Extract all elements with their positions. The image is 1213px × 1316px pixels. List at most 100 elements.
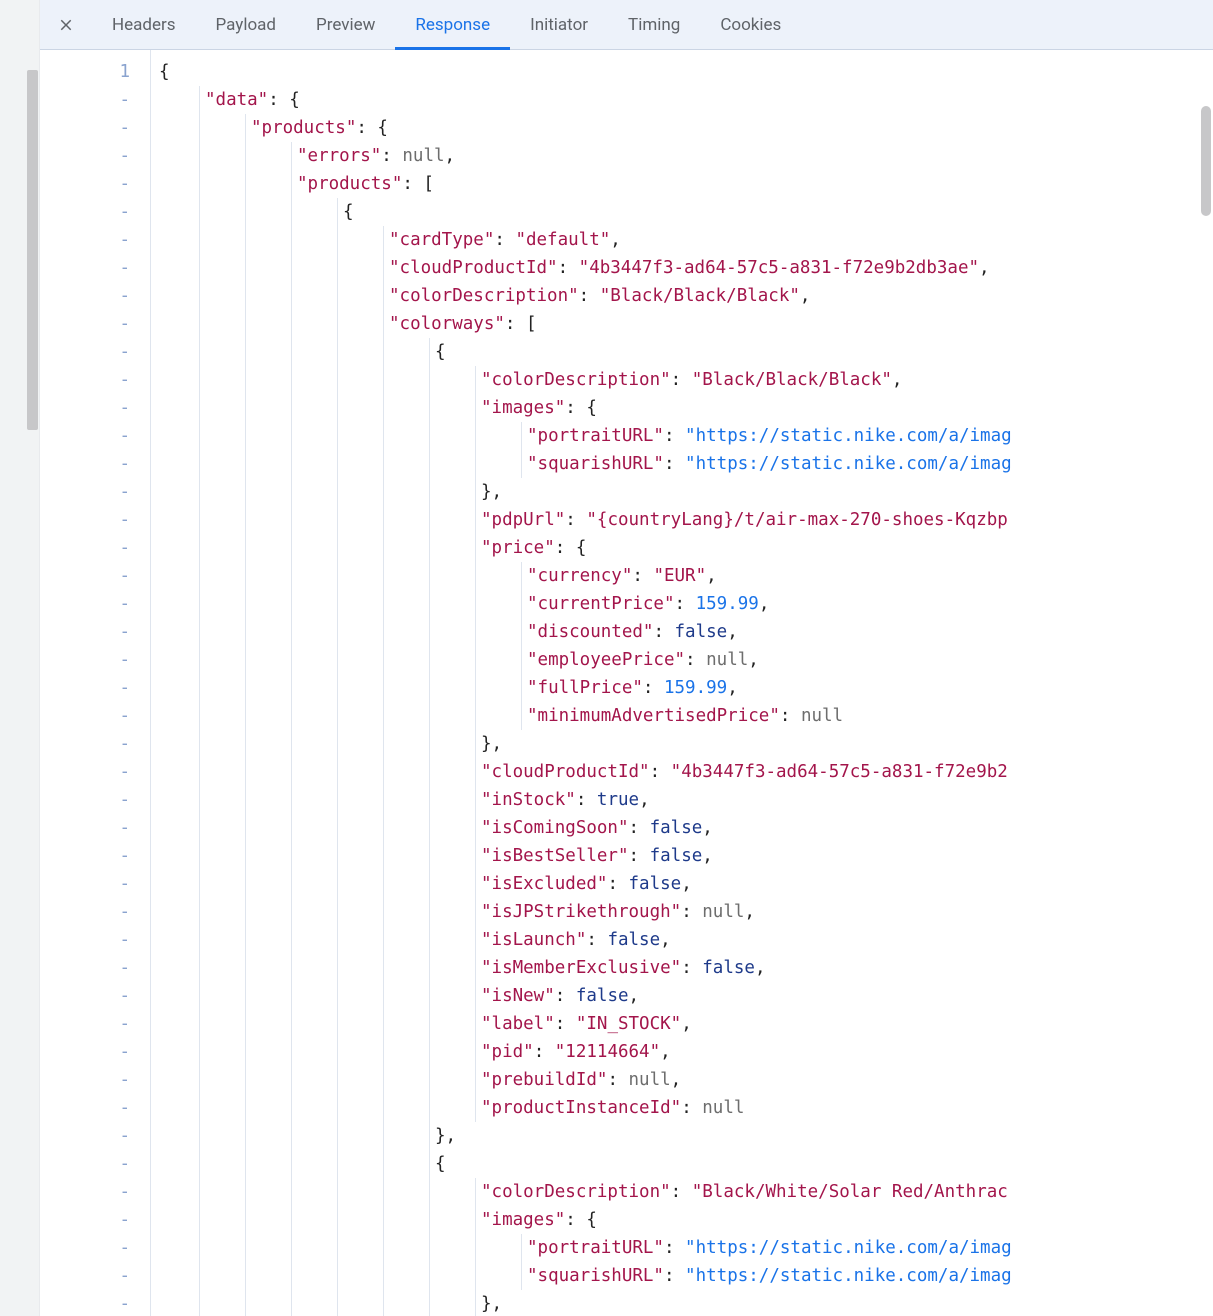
code-line[interactable]: "isBestSeller": false, <box>153 842 1213 870</box>
gutter-line[interactable]: - <box>40 226 130 254</box>
gutter-line[interactable]: - <box>40 1150 130 1178</box>
code-line[interactable]: "colorDescription": "Black/White/Solar R… <box>153 1178 1213 1206</box>
gutter-line[interactable]: - <box>40 730 130 758</box>
scroll-thumb-right[interactable] <box>1201 106 1211 216</box>
gutter-line[interactable]: - <box>40 310 130 338</box>
tab-timing[interactable]: Timing <box>608 0 700 49</box>
code-line[interactable]: "errors": null, <box>153 142 1213 170</box>
code-line[interactable]: { <box>153 338 1213 366</box>
code-line[interactable]: "portraitURL": "https://static.nike.com/… <box>153 422 1213 450</box>
code-line[interactable]: "prebuildId": null, <box>153 1066 1213 1094</box>
code-line[interactable]: "images": { <box>153 1206 1213 1234</box>
gutter-line[interactable]: - <box>40 170 130 198</box>
code-line[interactable]: "fullPrice": 159.99, <box>153 674 1213 702</box>
tab-cookies[interactable]: Cookies <box>700 0 801 49</box>
gutter-line[interactable]: - <box>40 282 130 310</box>
code-line[interactable]: "isJPStrikethrough": null, <box>153 898 1213 926</box>
gutter-line[interactable]: - <box>40 506 130 534</box>
gutter-line[interactable]: - <box>40 366 130 394</box>
gutter-line[interactable]: - <box>40 394 130 422</box>
code-line[interactable]: "isNew": false, <box>153 982 1213 1010</box>
gutter-line[interactable]: - <box>40 478 130 506</box>
code-line[interactable]: "currentPrice": 159.99, <box>153 590 1213 618</box>
tab-headers[interactable]: Headers <box>92 0 196 49</box>
code-line[interactable]: "portraitURL": "https://static.nike.com/… <box>153 1234 1213 1262</box>
gutter-line[interactable]: - <box>40 590 130 618</box>
code-line[interactable]: "data": { <box>153 86 1213 114</box>
close-button[interactable] <box>48 7 84 43</box>
gutter-line[interactable]: - <box>40 338 130 366</box>
code-line[interactable]: "inStock": true, <box>153 786 1213 814</box>
code-line[interactable]: "squarishURL": "https://static.nike.com/… <box>153 1262 1213 1290</box>
gutter-line[interactable]: - <box>40 562 130 590</box>
code-line[interactable]: "colorDescription": "Black/Black/Black", <box>153 282 1213 310</box>
code-line[interactable]: }, <box>153 478 1213 506</box>
code-line[interactable]: "cloudProductId": "4b3447f3-ad64-57c5-a8… <box>153 254 1213 282</box>
code-line[interactable]: "products": { <box>153 114 1213 142</box>
gutter-line[interactable]: - <box>40 646 130 674</box>
code-line[interactable]: "isLaunch": false, <box>153 926 1213 954</box>
code-line[interactable]: "price": { <box>153 534 1213 562</box>
code-line[interactable]: "colorways": [ <box>153 310 1213 338</box>
gutter-line[interactable]: - <box>40 814 130 842</box>
gutter-line[interactable]: - <box>40 870 130 898</box>
code-line[interactable]: }, <box>153 1122 1213 1150</box>
gutter-line[interactable]: - <box>40 534 130 562</box>
gutter-line[interactable]: - <box>40 450 130 478</box>
code-line[interactable]: "productInstanceId": null <box>153 1094 1213 1122</box>
tab-payload[interactable]: Payload <box>196 0 296 49</box>
code-line[interactable]: "label": "IN_STOCK", <box>153 1010 1213 1038</box>
tab-initiator[interactable]: Initiator <box>510 0 608 49</box>
tab-preview[interactable]: Preview <box>296 0 395 49</box>
code-content[interactable]: {"data": {"products": {"errors": null,"p… <box>150 50 1213 1316</box>
code-line[interactable]: "colorDescription": "Black/Black/Black", <box>153 366 1213 394</box>
code-line[interactable]: "products": [ <box>153 170 1213 198</box>
gutter-line[interactable]: - <box>40 142 130 170</box>
scroll-thumb-left[interactable] <box>27 70 38 430</box>
code-line[interactable]: "squarishURL": "https://static.nike.com/… <box>153 450 1213 478</box>
gutter-line[interactable]: - <box>40 702 130 730</box>
code-line[interactable]: "isMemberExclusive": false, <box>153 954 1213 982</box>
tab-response[interactable]: Response <box>395 0 510 49</box>
gutter-line[interactable]: - <box>40 1262 130 1290</box>
gutter-line[interactable]: - <box>40 114 130 142</box>
code-line[interactable]: "minimumAdvertisedPrice": null <box>153 702 1213 730</box>
code-line[interactable]: }, <box>153 1290 1213 1316</box>
gutter-line[interactable]: - <box>40 618 130 646</box>
gutter-line[interactable]: - <box>40 898 130 926</box>
code-line[interactable]: "isComingSoon": false, <box>153 814 1213 842</box>
code-line[interactable]: { <box>153 198 1213 226</box>
code-line[interactable]: "employeePrice": null, <box>153 646 1213 674</box>
gutter-line[interactable]: - <box>40 1122 130 1150</box>
code-line[interactable]: "cloudProductId": "4b3447f3-ad64-57c5-a8… <box>153 758 1213 786</box>
gutter-line[interactable]: - <box>40 86 130 114</box>
gutter-line[interactable]: - <box>40 1066 130 1094</box>
gutter-line[interactable]: - <box>40 1234 130 1262</box>
gutter-line[interactable]: 1 <box>40 58 130 86</box>
code-line[interactable]: "pdpUrl": "{countryLang}/t/air-max-270-s… <box>153 506 1213 534</box>
gutter-line[interactable]: - <box>40 842 130 870</box>
code-line[interactable]: "discounted": false, <box>153 618 1213 646</box>
gutter-line[interactable]: - <box>40 1094 130 1122</box>
code-line[interactable]: { <box>153 58 1213 86</box>
gutter-line[interactable]: - <box>40 786 130 814</box>
gutter-line[interactable]: - <box>40 926 130 954</box>
code-line[interactable]: "cardType": "default", <box>153 226 1213 254</box>
gutter-line[interactable]: - <box>40 1010 130 1038</box>
gutter-line[interactable]: - <box>40 758 130 786</box>
code-line[interactable]: "isExcluded": false, <box>153 870 1213 898</box>
gutter-line[interactable]: - <box>40 1038 130 1066</box>
code-line[interactable]: }, <box>153 730 1213 758</box>
gutter-line[interactable]: - <box>40 1290 130 1316</box>
gutter-line[interactable]: - <box>40 982 130 1010</box>
gutter-line[interactable]: - <box>40 254 130 282</box>
gutter-line[interactable]: - <box>40 198 130 226</box>
code-line[interactable]: "pid": "12114664", <box>153 1038 1213 1066</box>
gutter-line[interactable]: - <box>40 674 130 702</box>
gutter-line[interactable]: - <box>40 954 130 982</box>
gutter-line[interactable]: - <box>40 1206 130 1234</box>
code-line[interactable]: { <box>153 1150 1213 1178</box>
gutter-line[interactable]: - <box>40 1178 130 1206</box>
code-line[interactable]: "images": { <box>153 394 1213 422</box>
code-line[interactable]: "currency": "EUR", <box>153 562 1213 590</box>
